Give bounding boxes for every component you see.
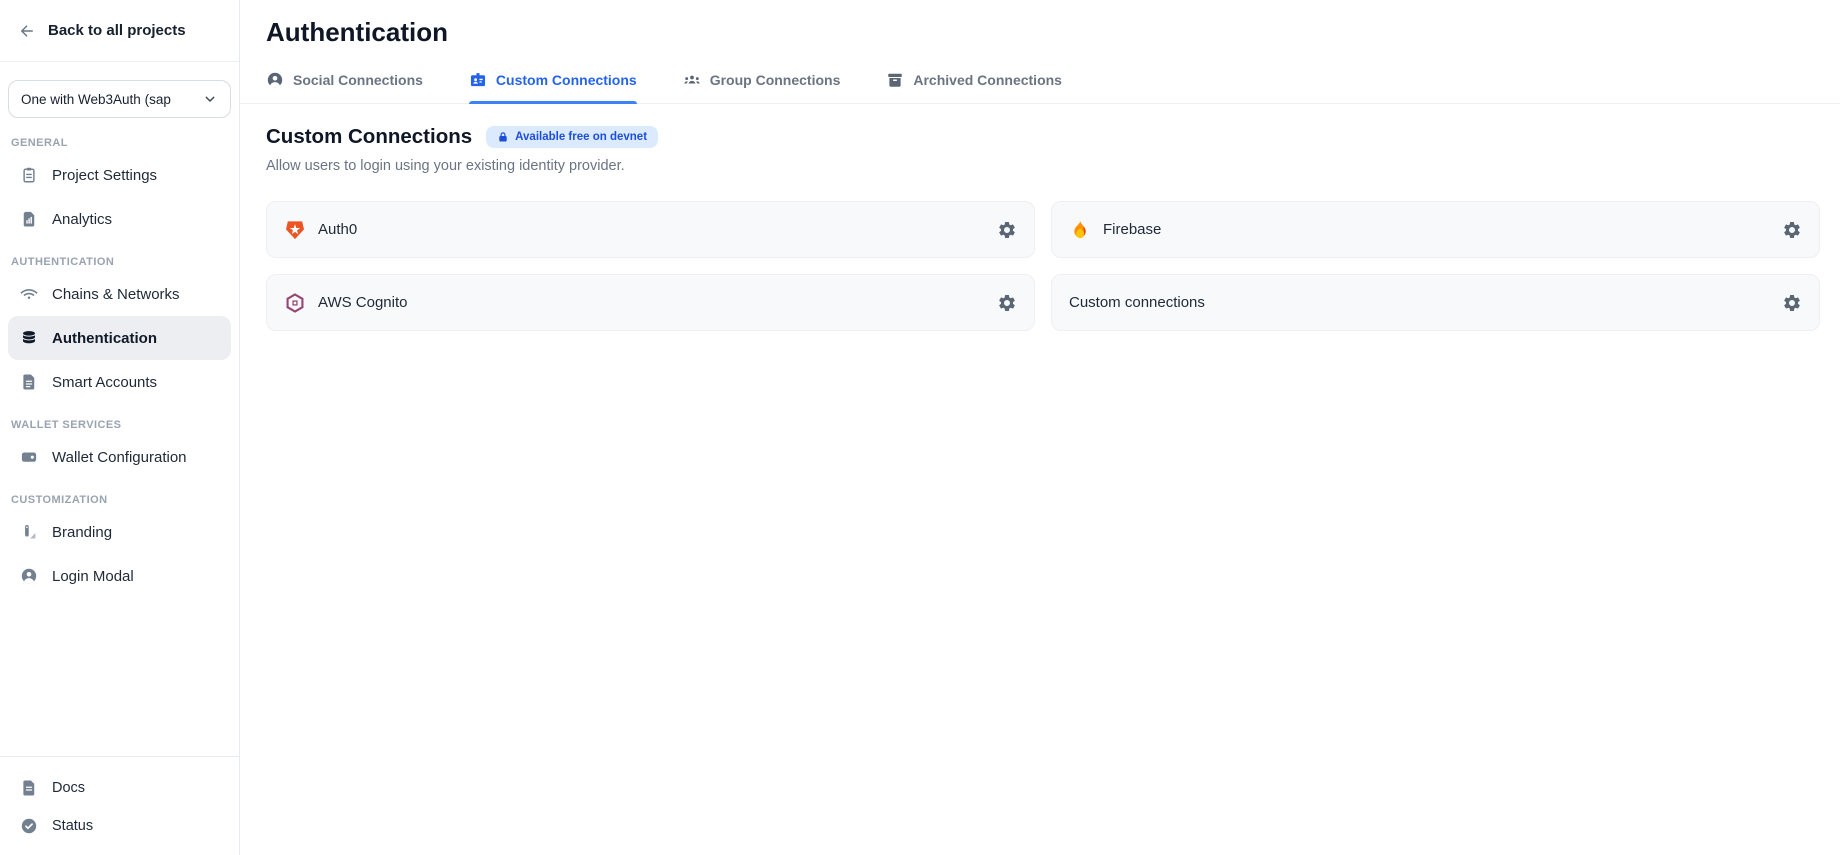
tab-label: Social Connections [293,72,423,88]
group-icon [683,71,701,89]
tab-custom-connections[interactable]: Custom Connections [469,71,637,103]
tab-bar: Social Connections Custom Connections Gr… [240,71,1840,104]
id-badge-icon [469,71,487,89]
devnet-badge-label: Available free on devnet [515,131,647,143]
tab-group-connections[interactable]: Group Connections [683,71,841,103]
sidebar-item-label: Docs [52,780,85,796]
sidebar-item-label: Wallet Configuration [52,449,187,466]
sidebar-item-label: Branding [52,524,112,541]
tab-label: Custom Connections [496,72,637,88]
devnet-badge: Available free on devnet [486,126,658,148]
wifi-icon [20,285,38,303]
connection-card-label: Firebase [1103,221,1161,238]
connections-grid: Auth0 Firebase [266,201,1820,331]
tab-social-connections[interactable]: Social Connections [266,71,423,103]
docs-icon [20,779,38,797]
gear-icon[interactable] [997,220,1017,240]
branding-icon [20,523,38,541]
analytics-icon [20,210,38,228]
project-selector-dropdown[interactable]: One with Web3Auth (sap [8,80,231,118]
connection-card-auth0[interactable]: Auth0 [266,201,1035,258]
connection-card-firebase[interactable]: Firebase [1051,201,1820,258]
database-icon [20,329,38,347]
clipboard-icon [20,166,38,184]
sidebar-item-branding[interactable]: Branding [8,510,231,554]
sidebar-item-label: Authentication [52,330,157,347]
sidebar-item-label: Login Modal [52,568,134,585]
connection-card-label: Auth0 [318,221,357,238]
archive-icon [886,71,904,89]
sidebar-item-label: Analytics [52,211,112,228]
connection-card-label: AWS Cognito [318,294,407,311]
back-to-projects-link[interactable]: Back to all projects [0,0,239,62]
document-icon [20,373,38,391]
sidebar-item-wallet-configuration[interactable]: Wallet Configuration [8,435,231,479]
tab-label: Archived Connections [913,72,1062,88]
sidebar-item-authentication[interactable]: Authentication [8,316,231,360]
main-content: Authentication Social Connections Custom… [240,0,1840,855]
sidebar-item-label: Chains & Networks [52,286,180,303]
sidebar-item-project-settings[interactable]: Project Settings [8,153,231,197]
sidebar-item-smart-accounts[interactable]: Smart Accounts [8,360,231,404]
user-circle-icon [20,567,38,585]
connection-card-aws-cognito[interactable]: AWS Cognito [266,274,1035,331]
sidebar-item-analytics[interactable]: Analytics [8,197,231,241]
lock-icon [497,131,509,143]
back-to-projects-label: Back to all projects [48,22,186,39]
sidebar-item-status[interactable]: Status [8,807,231,845]
sidebar-footer: Docs Status [0,756,239,855]
aws-cognito-logo [284,292,306,314]
auth0-logo [284,219,306,241]
chevron-down-icon [202,91,218,107]
sidebar-item-label: Status [52,818,93,834]
gear-icon[interactable] [1782,220,1802,240]
connection-card-label: Custom connections [1069,294,1205,311]
app-window: Back to all projects One with Web3Auth (… [0,0,1840,855]
section-heading: Custom Connections [266,125,472,149]
tab-label: Group Connections [710,72,841,88]
section-label-customization: CUSTOMIZATION [11,494,231,506]
gear-icon[interactable] [1782,293,1802,313]
check-circle-icon [20,817,38,835]
project-selector-value: One with Web3Auth (sap [21,92,193,107]
person-circle-icon [266,71,284,89]
sidebar-item-label: Smart Accounts [52,374,157,391]
sidebar-item-docs[interactable]: Docs [8,769,231,807]
page-title: Authentication [240,0,1840,48]
wallet-icon [20,448,38,466]
sidebar-item-login-modal[interactable]: Login Modal [8,554,231,598]
custom-connections-panel: Custom Connections Available free on dev… [240,104,1840,331]
section-label-wallet-services: WALLET SERVICES [11,419,231,431]
sidebar: Back to all projects One with Web3Auth (… [0,0,240,855]
section-label-general: GENERAL [11,137,231,149]
arrow-left-icon [18,22,36,40]
firebase-logo [1069,219,1091,241]
sidebar-item-chains-networks[interactable]: Chains & Networks [8,272,231,316]
section-label-authentication: AUTHENTICATION [11,256,231,268]
sidebar-item-label: Project Settings [52,167,157,184]
section-subtitle: Allow users to login using your existing… [266,158,1820,174]
sidebar-nav: GENERAL Project Settings Analytics AUTHE… [0,118,239,598]
gear-icon[interactable] [997,293,1017,313]
connection-card-custom[interactable]: Custom connections [1051,274,1820,331]
tab-archived-connections[interactable]: Archived Connections [886,71,1062,103]
